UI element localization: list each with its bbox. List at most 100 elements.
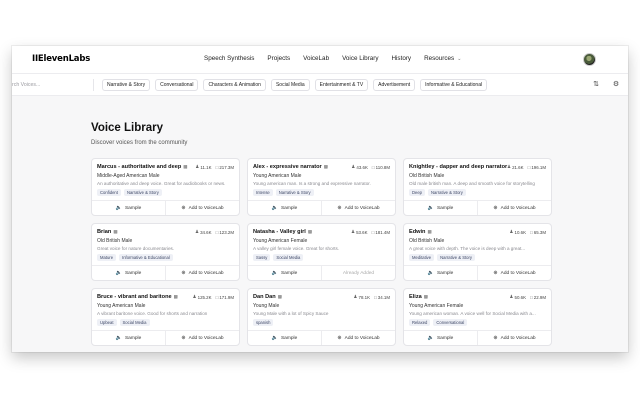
users-count: 10.6K <box>514 229 527 235</box>
speaker-icon: 🔈 <box>427 335 434 341</box>
chip-conversational[interactable]: Conversational <box>155 79 199 91</box>
sample-button[interactable]: 🔈 Sample <box>404 266 477 280</box>
add-label: Add to VoiceLab <box>500 205 536 211</box>
chip-advertisement[interactable]: Advertisement <box>373 79 416 91</box>
search-voices-input[interactable] <box>12 79 94 91</box>
voice-card[interactable]: Edwin ▩ ♟ 10.6K □ 65.3M Old British Male A… <box>403 223 552 281</box>
voice-descriptor: Young American Male <box>253 172 302 179</box>
users-stat: ♟ 78.1K <box>353 294 370 300</box>
sample-button[interactable]: 🔈 Sample <box>92 201 165 215</box>
voice-card[interactable]: Eliza ▩ ♟ 50.6K □ 22.9M Young American Fem… <box>403 288 552 346</box>
chip-social-media[interactable]: Social Media <box>270 79 310 91</box>
voice-description: An authoritative and deep voice. Great f… <box>97 181 226 186</box>
voice-tag: Confident <box>97 189 121 196</box>
voice-tags: Deep Narrative & Story <box>409 189 546 196</box>
voice-description: Old male british man. A deep and smooth … <box>409 181 535 186</box>
characters-icon: □ <box>371 229 375 235</box>
voice-type-icon: ▩ <box>423 294 429 299</box>
add-to-voicelab-button[interactable]: ⊕ Add to VoiceLab <box>165 266 239 280</box>
sort-icon[interactable]: ⇅ <box>590 79 602 91</box>
voice-description: Young american man. Is a strong and expr… <box>253 181 371 186</box>
users-stat: ♟ 43.6K <box>351 164 368 170</box>
users-stat: ♟ 21.6K <box>507 164 524 170</box>
add-to-voicelab-button[interactable]: ⊕ Add to VoiceLab <box>321 331 395 345</box>
nav-voice-library[interactable]: Voice Library <box>342 55 378 62</box>
sample-button[interactable]: 🔈 Sample <box>92 331 165 345</box>
voice-tags: Intense Narrative & Story <box>253 189 390 196</box>
voice-name-row: Natasha - Valley girl ▩ <box>253 229 353 235</box>
voice-tag: Social Media <box>273 254 304 261</box>
voice-card[interactable]: Bruce - vibrant and baritone ▩ ♟ 125.2K □… <box>91 288 240 346</box>
voice-type-icon: ▩ <box>113 229 118 234</box>
add-to-voicelab-button[interactable]: ⊕ Add to VoiceLab <box>477 266 551 280</box>
voice-description: Young Male with a lot of Spicy Sauce <box>253 311 329 316</box>
sample-label: Sample <box>436 270 454 276</box>
voice-tag: Upbeat <box>97 319 117 326</box>
voice-type-icon: ▩ <box>307 229 313 234</box>
user-avatar[interactable] <box>583 53 596 66</box>
chip-entertainment-tv[interactable]: Entertainment & TV <box>314 79 369 91</box>
filter-settings-icon[interactable]: ⚙ <box>610 79 622 91</box>
plus-icon: ⊕ <box>493 205 498 211</box>
voice-stats: ♟ 50.6K □ 22.9M <box>509 294 546 300</box>
users-stat: ♟ 53.6K <box>351 229 368 235</box>
users-count: 78.1K <box>358 294 371 300</box>
add-to-voicelab-button[interactable]: ⊕ Add to VoiceLab <box>477 201 551 215</box>
characters-icon: □ <box>374 294 377 300</box>
voice-descriptor: Young American Female <box>253 237 308 244</box>
voice-stats: ♟ 125.2K □ 171.9M <box>193 294 234 300</box>
add-label: Add to VoiceLab <box>188 270 224 276</box>
chip-characters-animation[interactable]: Characters & Animation <box>203 79 266 91</box>
sample-button[interactable]: 🔈 Sample <box>92 266 165 280</box>
voice-name-row: Brian ▩ <box>97 229 197 235</box>
sample-button[interactable]: 🔈 Sample <box>404 201 477 215</box>
voice-tag: Narrative & Story <box>437 254 475 261</box>
add-label: Add to VoiceLab <box>344 205 380 211</box>
nav-voicelab[interactable]: VoiceLab <box>303 55 329 62</box>
characters-icon: □ <box>215 164 219 170</box>
voice-card-actions: 🔈 Sample ⊕ Add to VoiceLab <box>92 265 239 280</box>
chip-narrative-story[interactable]: Narrative & Story <box>102 79 151 91</box>
sample-button[interactable]: 🔈 Sample <box>404 331 477 345</box>
sample-label: Sample <box>436 335 454 341</box>
characters-count: 110.8M <box>375 164 390 170</box>
characters-stat: □ 34.1M <box>374 294 390 300</box>
sample-button[interactable]: 🔈 Sample <box>248 201 321 215</box>
voice-type-icon: ▩ <box>323 164 328 169</box>
voice-card[interactable]: Natasha - Valley girl ▩ ♟ 53.6K □ 181.4M Y… <box>247 223 396 281</box>
characters-stat: □ 196.1M <box>528 164 546 170</box>
voice-description: A valley girl female voice. Great for sh… <box>253 246 340 251</box>
voice-card[interactable]: Knightley - dapper and deep narrator ▩ ♟… <box>403 158 552 216</box>
voice-card[interactable]: Marcus - authoritative and deep ▩ ♟ 11.1K… <box>91 158 240 216</box>
page-title: Voice Library <box>91 122 164 134</box>
add-to-voicelab-button[interactable]: ⊕ Add to VoiceLab <box>321 201 395 215</box>
nav-projects[interactable]: Projects <box>267 55 290 62</box>
voice-name: Dan Dan <box>253 294 276 300</box>
add-to-voicelab-button[interactable]: ⊕ Add to VoiceLab <box>477 331 551 345</box>
nav-speech-synthesis[interactable]: Speech Synthesis <box>204 55 254 62</box>
voice-descriptor: Old British Male <box>409 172 445 179</box>
sample-button[interactable]: 🔈 Sample <box>248 331 321 345</box>
sample-label: Sample <box>280 335 298 341</box>
speaker-icon: 🔈 <box>271 205 278 211</box>
characters-icon: □ <box>530 294 533 300</box>
voice-stats: ♟ 21.6K □ 196.1M <box>507 164 546 170</box>
chip-informative-educational[interactable]: Informative & Educational <box>420 79 488 91</box>
characters-stat: □ 22.9M <box>530 294 546 300</box>
nav-history[interactable]: History <box>391 55 411 62</box>
users-stat: ♟ 34.6K <box>195 229 212 235</box>
sample-button[interactable]: 🔈 Sample <box>248 266 321 280</box>
voice-stats: ♟ 43.6K □ 110.8M <box>351 164 390 170</box>
characters-count: 65.3M <box>533 229 546 235</box>
voice-type-icon: ▩ <box>173 294 178 299</box>
elevenlabs-logo[interactable]: IIElevenLabs <box>32 54 90 64</box>
characters-stat: □ 123.2M <box>216 229 234 235</box>
voice-card[interactable]: Brian ▩ ♟ 34.6K □ 123.2M Old British Male … <box>91 223 240 281</box>
voice-tag: Intense <box>253 189 273 196</box>
characters-stat: □ 181.4M <box>372 229 390 235</box>
add-to-voicelab-button[interactable]: ⊕ Add to VoiceLab <box>165 331 239 345</box>
nav-resources[interactable]: Resources ⌄ <box>424 55 461 62</box>
voice-card[interactable]: Alex - expressive narrator ▩ ♟ 43.6K □ 110… <box>247 158 396 216</box>
voice-card[interactable]: Dan Dan ▩ ♟ 78.1K □ 34.1M Young Male Young… <box>247 288 396 346</box>
add-to-voicelab-button[interactable]: ⊕ Add to VoiceLab <box>165 201 239 215</box>
